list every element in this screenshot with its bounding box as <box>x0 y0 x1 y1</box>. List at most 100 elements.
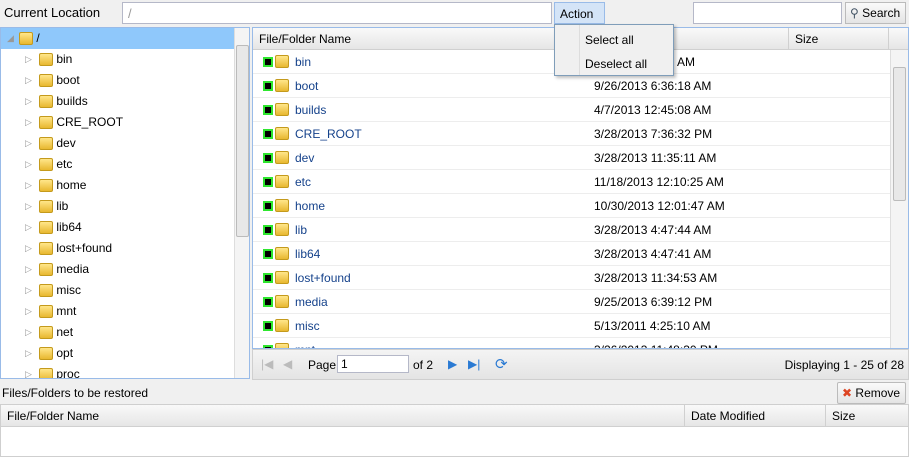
col-name[interactable]: File/Folder Name <box>253 28 589 50</box>
collapse-icon[interactable]: ◢ <box>7 28 14 49</box>
table-row[interactable]: mnt 3/26/2013 11:48:30 PM <box>253 338 890 348</box>
file-name-link[interactable]: lost+found <box>295 266 351 290</box>
tree-root[interactable]: ◢ / <box>1 28 234 49</box>
tree-item[interactable]: ▷ mnt <box>1 301 234 322</box>
expand-icon[interactable]: ▷ <box>25 70 32 91</box>
expand-icon[interactable]: ▷ <box>25 154 32 175</box>
tree-item[interactable]: ▷ boot <box>1 70 234 91</box>
search-button[interactable]: ⚲ Search <box>845 2 906 24</box>
table-row[interactable]: etc 11/18/2013 12:10:25 AM <box>253 170 890 194</box>
table-row[interactable]: boot 9/26/2013 6:36:18 AM <box>253 74 890 98</box>
tree-item[interactable]: ▷ misc <box>1 280 234 301</box>
table-row[interactable]: lib64 3/28/2013 4:47:41 AM <box>253 242 890 266</box>
tree-item[interactable]: ▷ opt <box>1 343 234 364</box>
page-input[interactable]: 1 <box>337 355 409 373</box>
expand-icon[interactable]: ▷ <box>25 280 32 301</box>
expand-icon[interactable]: ▷ <box>25 49 32 70</box>
expand-icon[interactable]: ▷ <box>25 301 32 322</box>
expand-icon[interactable]: ▷ <box>25 364 32 378</box>
tree-item[interactable]: ▷ bin <box>1 49 234 70</box>
table-row[interactable]: CRE_ROOT 3/28/2013 7:36:32 PM <box>253 122 890 146</box>
select-checkbox[interactable] <box>263 249 273 259</box>
tree-item[interactable]: ▷ etc <box>1 154 234 175</box>
tree-scrollbar[interactable] <box>234 28 249 378</box>
restore-col-date[interactable]: Date Modified <box>685 405 826 427</box>
file-name-link[interactable]: builds <box>295 98 326 122</box>
folder-icon <box>39 137 53 151</box>
file-name-link[interactable]: misc <box>295 314 320 338</box>
tree-item-label: lib64 <box>56 220 82 234</box>
restore-col-size[interactable]: Size <box>826 405 908 427</box>
tree-item[interactable]: ▷ lib <box>1 196 234 217</box>
menu-deselect-all[interactable]: Deselect all <box>585 57 647 71</box>
table-row[interactable]: lib 3/28/2013 4:47:44 AM <box>253 218 890 242</box>
last-page-icon[interactable]: ▶| <box>468 357 480 371</box>
tree-item[interactable]: ▷ lost+found <box>1 238 234 259</box>
first-page-icon[interactable]: |◀ <box>261 357 273 371</box>
file-name-link[interactable]: lib <box>295 218 307 242</box>
prev-page-icon[interactable]: ◀ <box>283 357 292 371</box>
select-checkbox[interactable] <box>263 273 273 283</box>
file-name-link[interactable]: mnt <box>295 338 315 348</box>
table-row[interactable]: media 9/25/2013 6:39:12 PM <box>253 290 890 314</box>
col-size[interactable]: Size <box>789 28 889 50</box>
tree-item[interactable]: ▷ home <box>1 175 234 196</box>
table-row[interactable]: dev 3/28/2013 11:35:11 AM <box>253 146 890 170</box>
table-row[interactable]: lost+found 3/28/2013 11:34:53 AM <box>253 266 890 290</box>
tree-item[interactable]: ▷ media <box>1 259 234 280</box>
tree-item[interactable]: ▷ proc <box>1 364 234 378</box>
next-page-icon[interactable]: ▶ <box>448 357 457 371</box>
table-row[interactable]: home 10/30/2013 12:01:47 AM <box>253 194 890 218</box>
remove-button[interactable]: ✖ Remove <box>837 382 906 404</box>
page-label: Page <box>308 358 337 372</box>
table-row[interactable]: misc 5/13/2011 4:25:10 AM <box>253 314 890 338</box>
file-name-link[interactable]: dev <box>295 146 314 170</box>
expand-icon[interactable]: ▷ <box>25 322 32 343</box>
action-button[interactable]: Action ▾ <box>554 2 605 35</box>
select-checkbox[interactable] <box>263 57 273 67</box>
select-checkbox[interactable] <box>263 81 273 91</box>
expand-icon[interactable]: ▷ <box>25 112 32 133</box>
select-checkbox[interactable] <box>263 201 273 211</box>
select-checkbox[interactable] <box>263 153 273 163</box>
file-name-link[interactable]: boot <box>295 74 318 98</box>
date-modified: 3/28/2013 11:34:53 AM <box>594 271 718 285</box>
scroll-thumb[interactable] <box>893 67 906 201</box>
refresh-icon[interactable]: ⟳ <box>495 355 508 373</box>
file-name-link[interactable]: media <box>295 290 328 314</box>
file-name-link[interactable]: etc <box>295 170 311 194</box>
select-checkbox[interactable] <box>263 225 273 235</box>
location-input[interactable]: / <box>122 2 552 24</box>
select-checkbox[interactable] <box>263 297 273 307</box>
select-checkbox[interactable] <box>263 321 273 331</box>
select-checkbox[interactable] <box>263 129 273 139</box>
restore-col-name[interactable]: File/Folder Name <box>1 405 685 427</box>
folder-icon <box>39 263 53 277</box>
expand-icon[interactable]: ▷ <box>25 259 32 280</box>
tree-item[interactable]: ▷ builds <box>1 91 234 112</box>
file-name-link[interactable]: bin <box>295 50 311 74</box>
grid-scrollbar[interactable] <box>890 50 908 348</box>
folder-icon <box>39 116 53 130</box>
expand-icon[interactable]: ▷ <box>25 343 32 364</box>
search-input[interactable] <box>693 2 842 24</box>
expand-icon[interactable]: ▷ <box>25 217 32 238</box>
select-checkbox[interactable] <box>263 105 273 115</box>
date-modified: 4/7/2013 12:45:08 AM <box>594 103 712 117</box>
expand-icon[interactable]: ▷ <box>25 133 32 154</box>
select-checkbox[interactable] <box>263 177 273 187</box>
expand-icon[interactable]: ▷ <box>25 238 32 259</box>
tree-item[interactable]: ▷ lib64 <box>1 217 234 238</box>
expand-icon[interactable]: ▷ <box>25 175 32 196</box>
expand-icon[interactable]: ▷ <box>25 91 32 112</box>
file-name-link[interactable]: lib64 <box>295 242 320 266</box>
tree-item[interactable]: ▷ dev <box>1 133 234 154</box>
file-name-link[interactable]: home <box>295 194 325 218</box>
tree-item[interactable]: ▷ net <box>1 322 234 343</box>
scroll-thumb[interactable] <box>236 45 249 237</box>
file-name-link[interactable]: CRE_ROOT <box>295 122 362 146</box>
expand-icon[interactable]: ▷ <box>25 196 32 217</box>
table-row[interactable]: builds 4/7/2013 12:45:08 AM <box>253 98 890 122</box>
menu-select-all[interactable]: Select all <box>585 33 634 47</box>
tree-item[interactable]: ▷ CRE_ROOT <box>1 112 234 133</box>
